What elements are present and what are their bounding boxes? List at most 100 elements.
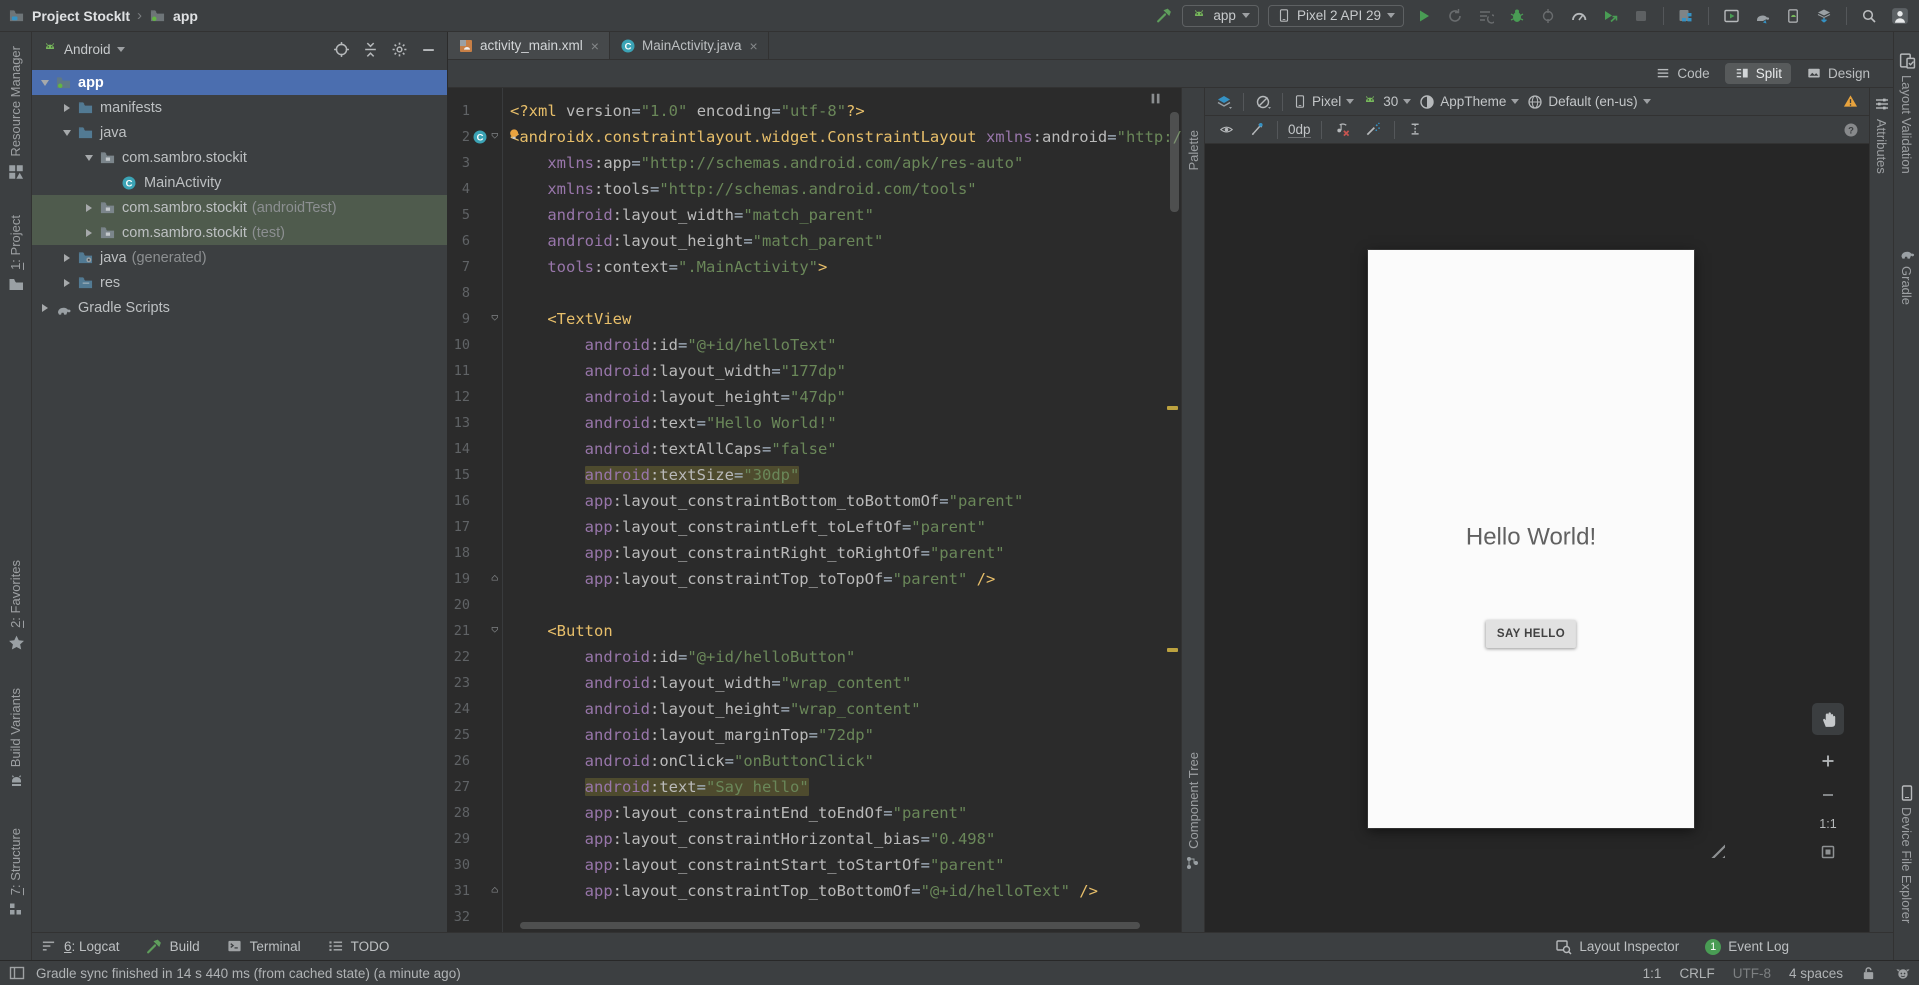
tab-palette[interactable]: Palette — [1182, 130, 1204, 170]
preview-say-hello-button[interactable]: SAY HELLO — [1485, 620, 1577, 648]
tree-item-com-sambro-stockit[interactable]: com.sambro.stockit (androidTest) — [32, 195, 447, 220]
autoconnect-toggle-button[interactable] — [1245, 119, 1267, 141]
status-message[interactable]: Gradle sync finished in 14 s 440 ms (fro… — [36, 966, 461, 981]
code-line[interactable]: 9 <TextView — [448, 306, 1181, 332]
editor-tab-activity-main-xml[interactable]: activity_main.xml × — [448, 32, 610, 59]
locale-selector[interactable]: Default (en-us) — [1527, 94, 1651, 110]
design-canvas[interactable]: Hello World! SAY HELLO 1:1 — [1205, 144, 1869, 932]
expand-arrow-icon[interactable] — [80, 154, 98, 161]
expand-arrow-icon[interactable] — [58, 129, 76, 136]
zoom-reset-button[interactable]: 1:1 — [1814, 814, 1842, 834]
zoom-in-button[interactable] — [1816, 749, 1840, 773]
device-preview-screen[interactable]: Hello World! SAY HELLO — [1368, 250, 1694, 828]
gremlin-icon[interactable] — [1894, 966, 1911, 981]
expand-arrow-icon[interactable] — [80, 228, 98, 237]
stripe-resource-manager[interactable]: Resource Manager — [0, 46, 31, 181]
zoom-to-fit-button[interactable] — [1816, 840, 1840, 864]
horizontal-scrollbar[interactable] — [520, 922, 1140, 929]
tab-attributes[interactable]: Attributes — [1874, 119, 1889, 174]
code-line[interactable]: 24 android:layout_height="wrap_content" — [448, 696, 1181, 722]
code-line[interactable]: 26 android:onClick="onButtonClick" — [448, 748, 1181, 774]
gradle-sync-button[interactable] — [1751, 5, 1773, 27]
locate-crosshair-button[interactable] — [333, 41, 350, 58]
code-line[interactable]: 1 <?xml version="1.0" encoding="utf-8"?> — [448, 98, 1181, 124]
profile-low-overhead-button[interactable] — [1599, 5, 1621, 27]
code-line[interactable]: 5 android:layout_width="match_parent" — [448, 202, 1181, 228]
analysis-paused-icon[interactable] — [1149, 92, 1163, 106]
clear-constraints-button[interactable] — [1332, 119, 1354, 141]
api-level-selector[interactable]: 30 — [1362, 94, 1412, 109]
warning-icon[interactable] — [1842, 94, 1859, 109]
debug-bug-button[interactable] — [1506, 5, 1528, 27]
code-line[interactable]: 8 — [448, 280, 1181, 306]
code-line[interactable]: 25 android:layout_marginTop="72dp" — [448, 722, 1181, 748]
device-selector[interactable]: Pixel 2 API 29 — [1267, 4, 1404, 27]
code-line[interactable]: 22 android:id="@+id/helloButton" — [448, 644, 1181, 670]
tree-item-app[interactable]: app — [32, 70, 447, 95]
pan-tool-button[interactable] — [1812, 703, 1844, 735]
stop-square-button[interactable] — [1630, 5, 1652, 27]
hide-minus-button[interactable] — [420, 41, 437, 58]
editor-tab-mainactivity-java[interactable]: C MainActivity.java × — [610, 32, 769, 59]
toolwindow-todo[interactable]: TODO — [327, 939, 389, 954]
code-line[interactable]: 12 android:layout_height="47dp" — [448, 384, 1181, 410]
fold-marker-icon[interactable] — [490, 626, 502, 637]
running-devices-button[interactable] — [1720, 5, 1742, 27]
breadcrumb-project[interactable]: Project StockIt — [32, 8, 130, 24]
stripe-1-project[interactable]: 1: Project — [0, 215, 31, 292]
tab-component-tree[interactable]: Component Tree — [1182, 752, 1204, 871]
code-line[interactable]: 23 android:layout_width="wrap_content" — [448, 670, 1181, 696]
indent-setting[interactable]: 4 spaces — [1789, 966, 1843, 981]
default-margin-selector[interactable]: 0dp — [1288, 122, 1311, 138]
run-play-button[interactable] — [1413, 5, 1435, 27]
project-structure-button[interactable] — [1675, 5, 1697, 27]
tree-item-gradle-scripts[interactable]: Gradle Scripts — [32, 295, 447, 320]
orientation-selector[interactable] — [1254, 94, 1272, 110]
tree-item-java[interactable]: java — [32, 120, 447, 145]
device-manager-button[interactable] — [1782, 5, 1804, 27]
code-line[interactable]: 14 android:textAllCaps="false" — [448, 436, 1181, 462]
toolwindow-layout-inspector[interactable]: Layout Inspector — [1555, 939, 1679, 955]
error-stripe-mark[interactable] — [1167, 648, 1178, 652]
design-surface-selector[interactable] — [1215, 94, 1233, 110]
code-line[interactable]: 21 <Button — [448, 618, 1181, 644]
code-line[interactable]: 2 C <androidx.constraintlayout.widget.Cons… — [448, 124, 1181, 150]
expand-arrow-icon[interactable] — [58, 253, 76, 262]
code-line[interactable]: 27 android:text="Say hello" — [448, 774, 1181, 800]
preview-resize-handle[interactable] — [1701, 836, 1725, 858]
tree-item-res[interactable]: res — [32, 270, 447, 295]
code-line[interactable]: 10 android:id="@+id/helloText" — [448, 332, 1181, 358]
intention-bulb-icon[interactable] — [508, 128, 522, 142]
stripe-layout-validation[interactable]: Layout Validation — [1894, 52, 1919, 174]
code-line[interactable]: 29 app:layout_constraintHorizontal_bias=… — [448, 826, 1181, 852]
project-view-selector[interactable]: Android — [64, 42, 111, 57]
user-avatar-button[interactable] — [1889, 5, 1911, 27]
fold-marker-icon[interactable] — [490, 314, 502, 325]
code-line[interactable]: 15 android:textSize="30dp" — [448, 462, 1181, 488]
code-line[interactable]: 18 app:layout_constraintRight_toRightOf=… — [448, 540, 1181, 566]
apply-changes-restart-button[interactable] — [1444, 5, 1466, 27]
code-line[interactable]: 28 app:layout_constraintEnd_toEndOf="par… — [448, 800, 1181, 826]
code-editor[interactable]: 1 <?xml version="1.0" encoding="utf-8"?> 2… — [448, 88, 1181, 932]
collapse-all-button[interactable] — [362, 41, 379, 58]
toolwindow-build[interactable]: Build — [146, 938, 200, 955]
stripe-7-structure[interactable]: 7: Structure — [0, 828, 31, 917]
caret-position[interactable]: 1:1 — [1643, 966, 1662, 981]
expand-arrow-icon[interactable] — [36, 79, 54, 86]
code-line[interactable]: 6 android:layout_height="match_parent" — [448, 228, 1181, 254]
infer-constraints-button[interactable] — [1362, 119, 1384, 141]
file-encoding[interactable]: UTF-8 — [1733, 966, 1771, 981]
view-options-button[interactable] — [1215, 119, 1237, 141]
code-line[interactable]: 20 — [448, 592, 1181, 618]
expand-arrow-icon[interactable] — [58, 103, 76, 112]
close-icon[interactable]: × — [591, 38, 599, 54]
expand-arrow-icon[interactable] — [80, 203, 98, 212]
window-dock-icon[interactable] — [8, 965, 26, 981]
code-line[interactable]: 31 app:layout_constraintTop_toBottomOf="… — [448, 878, 1181, 904]
close-icon[interactable]: × — [750, 38, 758, 54]
guidelines-button[interactable] — [1405, 119, 1427, 141]
expand-arrow-icon[interactable] — [58, 278, 76, 287]
apply-code-changes-button[interactable] — [1475, 5, 1497, 27]
line-separator[interactable]: CRLF — [1679, 966, 1714, 981]
preview-hello-text[interactable]: Hello World! — [1368, 524, 1694, 552]
